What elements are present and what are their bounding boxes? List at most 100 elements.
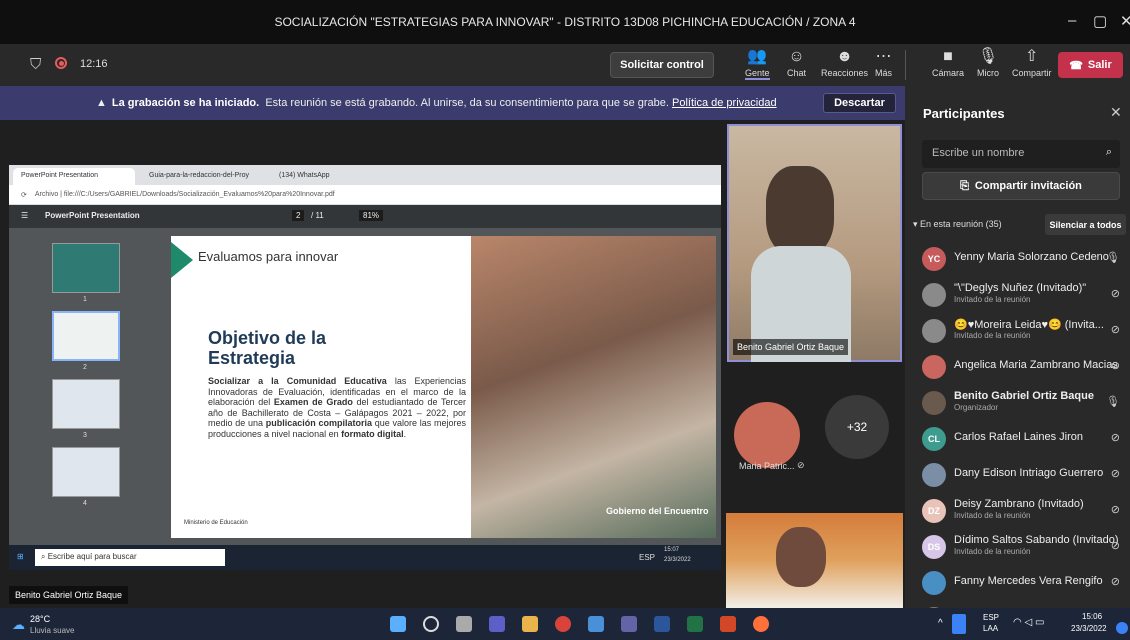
phone-icon: ☎ [1069, 59, 1083, 72]
windows-icon[interactable]: ⊞ [17, 552, 24, 561]
participant-row[interactable]: 😊♥Moreira Leida♥😊 (Invita... Invitado de … [905, 314, 1130, 350]
in-meeting-header[interactable]: ▾ En esta reunión (35) [913, 219, 1002, 230]
search-icon[interactable] [423, 616, 439, 632]
word-icon[interactable] [654, 616, 670, 632]
share-invite-icon: ⎘ [960, 179, 969, 192]
video-tile-bottom[interactable] [726, 513, 903, 608]
participant-row[interactable]: DZ Deisy Zambrano (Invitado) Invitado de l… [905, 494, 1130, 530]
slide-text-bold: Socializar a la Comunidad Educativa [208, 376, 387, 386]
firefox-icon[interactable] [753, 616, 769, 632]
more-button[interactable]: ⋯ Más [875, 48, 892, 78]
teams-icon[interactable] [621, 616, 637, 632]
ministry-label: Ministerio de Educación [184, 520, 248, 526]
address-bar[interactable]: ⟳ Archivo | file:///C:/Users/GABRIEL/Dow… [9, 185, 721, 205]
banner-bold: La grabación se ha iniciado. [111, 97, 260, 109]
tab-label: PowerPoint Presentation [21, 172, 99, 179]
mic-icon: 🎙 [1106, 252, 1120, 264]
participant-name: Angelica Maria Zambrano Macias [954, 359, 1118, 371]
mic-off-icon: ⊘ [1110, 324, 1120, 336]
notification-icon[interactable] [1116, 622, 1128, 634]
browser-tabs: PowerPoint Presentation Guia-para-la-red… [9, 165, 721, 185]
leave-label: Salir [1087, 59, 1112, 71]
participant-row[interactable]: Benito Gabriel Ortiz Baque Organizador 🎙 [905, 386, 1130, 422]
page-input[interactable]: 2 [292, 210, 305, 221]
maximize-icon[interactable]: ▢ [1093, 12, 1107, 30]
participant-row[interactable]: Angelica Maria Zambrano Macias ⊘ [905, 350, 1130, 386]
powerpoint-icon[interactable] [720, 616, 736, 632]
chat-app-icon[interactable] [489, 616, 505, 632]
participant-name: "\"Deglys Nuñez (Invitado)" [954, 282, 1087, 294]
window-title-bar: SOCIALIZACIÓN "ESTRATEGIAS PARA INNOVAR"… [0, 0, 1130, 44]
participants-panel: Participantes ✕ Escribe un nombre ⌕ ⎘ Comp… [905, 86, 1130, 631]
participant-name: Maria Patric... [739, 461, 795, 471]
avatar [922, 463, 946, 487]
minimize-icon[interactable]: – [1068, 12, 1076, 29]
slide-photo: Gobierno del Encuentro [471, 236, 716, 538]
tab-label: (134) WhatsApp [279, 172, 330, 179]
thumbnail[interactable] [52, 447, 120, 497]
leave-button[interactable]: ☎ Salir [1058, 52, 1123, 78]
mic-tray-icon[interactable] [952, 614, 966, 634]
tab-powerpoint[interactable]: PowerPoint Presentation [13, 168, 135, 185]
excel-icon[interactable] [687, 616, 703, 632]
wifi-icon[interactable]: ◠ ◁ ▭ [1013, 617, 1044, 628]
close-panel-icon[interactable]: ✕ [1110, 104, 1122, 121]
government-logo: Gobierno del Encuentro [606, 506, 709, 516]
zoom-level[interactable]: 81% [359, 210, 384, 221]
language-indicator[interactable]: ESP [983, 613, 999, 622]
thumbnail[interactable] [52, 243, 120, 293]
participant-row[interactable]: Fanny Mercedes Vera Rengifo ⊘ [905, 566, 1130, 602]
slide-title-line: Estrategia [208, 348, 296, 368]
discard-button[interactable]: Descartar [823, 93, 896, 113]
participant-avatar[interactable] [734, 402, 800, 468]
mute-all-button[interactable]: Silenciar a todos [1045, 214, 1126, 235]
thumbnail[interactable] [52, 379, 120, 429]
menu-icon[interactable]: ☰ [21, 211, 28, 220]
windows-taskbar: ☁ 28°C Lluvia suave ^ ESP LAA ◠ ◁ ▭ 15:0… [0, 608, 1130, 640]
participant-role: Invitado de la reunión [954, 511, 1031, 520]
more-participants-button[interactable]: +32 [825, 395, 889, 459]
start-icon[interactable] [390, 616, 406, 632]
close-icon[interactable]: ✕ [1120, 12, 1130, 30]
people-button[interactable]: 👥 Gente [745, 48, 770, 80]
request-control-button[interactable]: Solicitar control [610, 52, 714, 78]
mic-off-icon: ⊘ [1110, 540, 1120, 552]
participant-row[interactable]: "\"Deglys Nuñez (Invitado)" Invitado de l… [905, 278, 1130, 314]
participant-search-input[interactable]: Escribe un nombre ⌕ [922, 140, 1120, 168]
mic-icon: 🎙 [977, 48, 999, 65]
tab-label: Guia-para-la-redaccion-del-Proy [149, 172, 249, 179]
shield-icon[interactable]: ⛉ [30, 56, 41, 73]
mic-button[interactable]: 🎙 Micro [977, 48, 999, 78]
presenter-label: Benito Gabriel Ortiz Baque [9, 586, 129, 604]
chat-label: Chat [787, 68, 807, 78]
clock-time[interactable]: 15:06 [1082, 612, 1102, 621]
slide-header: Evaluamos para innovar [198, 249, 339, 264]
participant-role: Invitado de la reunión [954, 547, 1031, 556]
people-label: Gente [745, 68, 770, 80]
panel-title: Participantes [923, 106, 1005, 121]
tab-whatsapp[interactable]: (134) WhatsApp [271, 168, 389, 185]
camera-button[interactable]: ■ Cámara [932, 48, 964, 78]
privacy-link[interactable]: Política de privacidad [672, 97, 777, 109]
chrome-icon[interactable] [555, 616, 571, 632]
shared-search-box[interactable]: ⌕ Escribe aquí para buscar [35, 549, 225, 566]
store-icon[interactable] [588, 616, 604, 632]
participant-row[interactable]: YC Yenny Maria Solorzano Cedeno 🎙 [905, 242, 1130, 278]
chat-button[interactable]: ☺ Chat [787, 48, 806, 78]
participant-row[interactable]: DS Dídimo Saltos Sabando (Invitado) Invita… [905, 530, 1130, 566]
share-invite-button[interactable]: ⎘ Compartir invitación [922, 172, 1120, 200]
participant-row[interactable]: Dany Edison Intriago Guerrero ⊘ [905, 458, 1130, 494]
participant-row[interactable]: CL Carlos Rafael Laines Jiron ⊘ [905, 422, 1130, 458]
video-tile-main[interactable]: Benito Gabriel Ortiz Baque [727, 124, 902, 362]
clock-date[interactable]: 23/3/2022 [1071, 624, 1107, 633]
task-view-icon[interactable] [456, 616, 472, 632]
reactions-button[interactable]: ☻ Reacciones [821, 48, 868, 78]
participant-video [766, 166, 834, 256]
reactions-icon: ☻ [836, 48, 853, 65]
thumbnail[interactable] [52, 311, 120, 361]
share-button[interactable]: ⇧ Compartir [1012, 48, 1052, 78]
file-explorer-icon[interactable] [522, 616, 538, 632]
tab-guia[interactable]: Guia-para-la-redaccion-del-Proy [141, 168, 265, 185]
reload-icon[interactable]: ⟳ [21, 191, 27, 199]
chevron-up-icon[interactable]: ^ [938, 618, 943, 629]
